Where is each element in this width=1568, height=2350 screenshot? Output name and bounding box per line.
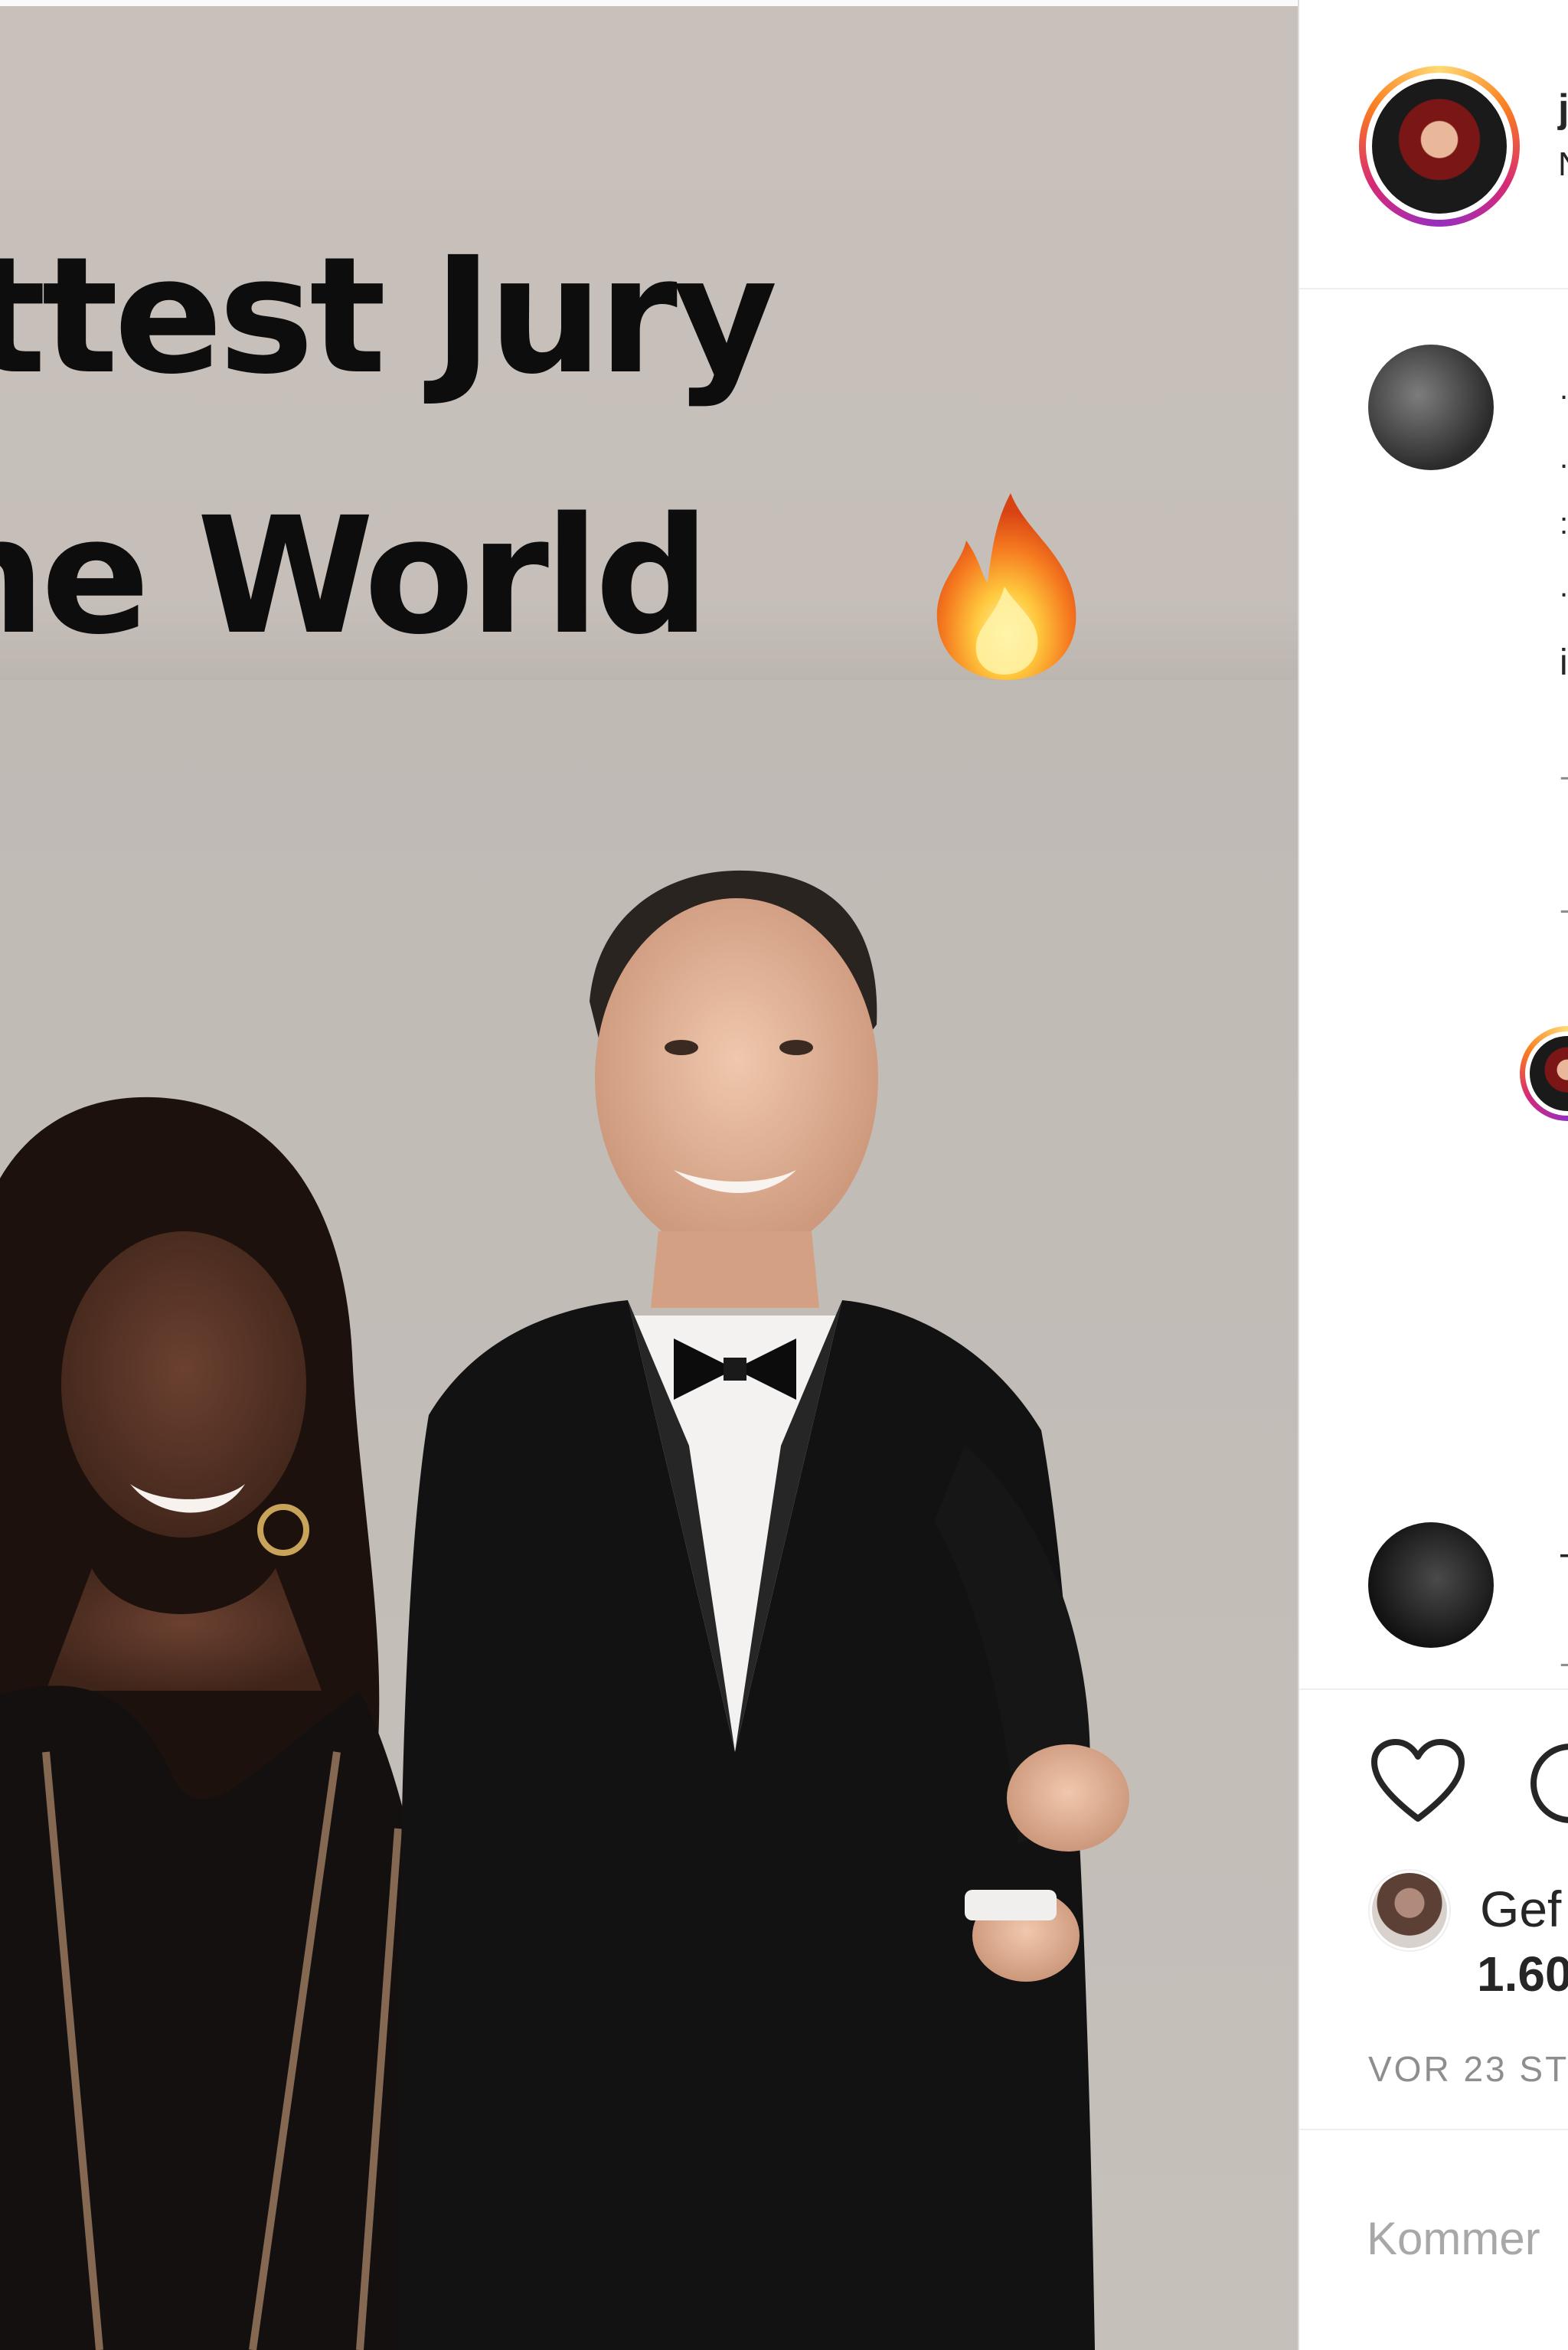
reply-author-avatar-image bbox=[1530, 1036, 1568, 1111]
heart-icon[interactable] bbox=[1368, 1736, 1468, 1828]
likes-count[interactable]: 1.60 bbox=[1477, 1946, 1568, 2002]
comment-text-fragment: i bbox=[1560, 642, 1568, 683]
view-replies-fragment[interactable]: - bbox=[1560, 893, 1568, 927]
comment-icon[interactable] bbox=[1523, 1737, 1568, 1829]
comment-meta-fragment: - bbox=[1560, 1646, 1568, 1681]
liked-by-text: Gef bbox=[1480, 1881, 1562, 1937]
comment-text-fragment: . bbox=[1560, 570, 1568, 603]
post-media[interactable]: ttest Jury he World bbox=[0, 6, 1298, 2350]
post-actions: Gef 1.60 VOR 23 ST bbox=[1299, 1688, 1568, 2140]
commenter-avatar[interactable] bbox=[1368, 345, 1494, 470]
liked-by-avatar[interactable] bbox=[1370, 1871, 1449, 1950]
comment-input[interactable] bbox=[1367, 2204, 1568, 2273]
author-avatar[interactable] bbox=[1359, 66, 1520, 227]
comment-meta-fragment: - bbox=[1560, 760, 1568, 794]
add-comment-section bbox=[1299, 2129, 1568, 2350]
banner-text-line-2: he World bbox=[0, 482, 710, 670]
post-sidebar: j N . . : . i - - T - Gef 1.60 VOR 23 ST bbox=[1298, 0, 1568, 2350]
post-timestamp[interactable]: VOR 23 ST bbox=[1368, 2048, 1568, 2090]
comment-text-fragment: . bbox=[1560, 372, 1568, 406]
comment-text-fragment: . bbox=[1560, 441, 1568, 475]
author-avatar-image bbox=[1372, 79, 1507, 214]
post-photo bbox=[0, 680, 1298, 2350]
banner-text-line-1: ttest Jury bbox=[0, 222, 778, 410]
commenter-avatar[interactable] bbox=[1368, 1522, 1494, 1648]
comment-text-fragment: : bbox=[1560, 507, 1568, 541]
comment-text-fragment: T bbox=[1560, 1547, 1568, 1589]
author-username[interactable]: j bbox=[1558, 86, 1568, 132]
fire-emoji-icon bbox=[936, 493, 1076, 680]
reply-author-avatar[interactable] bbox=[1520, 1026, 1568, 1121]
author-subtitle: N bbox=[1558, 145, 1568, 184]
post-header: j N bbox=[1299, 0, 1568, 289]
